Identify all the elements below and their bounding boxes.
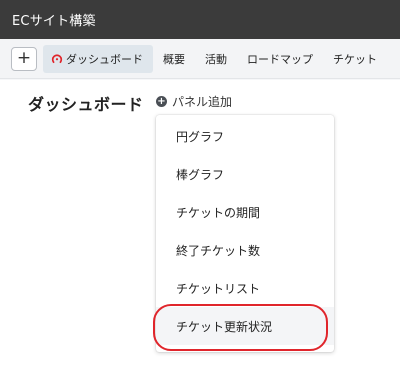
- plus-icon: +: [16, 48, 32, 68]
- tab-roadmap-label: ロードマップ: [247, 52, 313, 66]
- menu-item-pie-chart[interactable]: 円グラフ: [156, 117, 334, 155]
- tab-dashboard-label: ダッシュボード: [66, 52, 143, 66]
- tab-overview[interactable]: 概要: [153, 45, 195, 73]
- menu-item-label: チケットの期間: [176, 205, 261, 220]
- menu-item-ticket-update-status[interactable]: チケット更新状況: [156, 307, 334, 345]
- menu-item-label: 終了チケット数: [176, 243, 261, 258]
- menu-item-ticket-list[interactable]: チケットリスト: [156, 269, 334, 307]
- menu-item-bar-chart[interactable]: 棒グラフ: [156, 155, 334, 193]
- add-panel-button[interactable]: + パネル追加: [156, 93, 232, 110]
- menu-item-closed-ticket-count[interactable]: 終了チケット数: [156, 231, 334, 269]
- tab-tickets-label: チケット: [333, 52, 377, 66]
- tab-dashboard[interactable]: ダッシュボード: [43, 44, 153, 73]
- tab-overview-label: 概要: [163, 52, 185, 66]
- menu-item-ticket-duration[interactable]: チケットの期間: [156, 193, 334, 231]
- tab-bar: + ダッシュボード 概要 活動 ロードマップ チケット: [0, 39, 400, 79]
- app-title: ECサイト構築: [12, 14, 96, 29]
- menu-item-label: 円グラフ: [176, 129, 225, 144]
- add-panel-label: パネル追加: [172, 95, 233, 109]
- tab-activity-label: 活動: [205, 52, 227, 66]
- page-title: ダッシュボード: [28, 95, 144, 114]
- tab-tickets[interactable]: チケット: [323, 45, 387, 73]
- tab-activity[interactable]: 活動: [195, 45, 237, 73]
- plus-circle-icon: +: [156, 96, 167, 107]
- add-tab-button[interactable]: +: [11, 46, 37, 71]
- dashboard-icon: [51, 53, 63, 65]
- menu-item-label: 棒グラフ: [176, 167, 225, 182]
- app-header: ECサイト構築: [0, 0, 400, 39]
- menu-item-label: チケット更新状況: [176, 319, 273, 334]
- add-panel-menu: 円グラフ 棒グラフ チケットの期間 終了チケット数 チケットリスト チケット更新…: [156, 115, 334, 352]
- menu-item-label: チケットリスト: [176, 281, 261, 296]
- tab-roadmap[interactable]: ロードマップ: [237, 45, 323, 73]
